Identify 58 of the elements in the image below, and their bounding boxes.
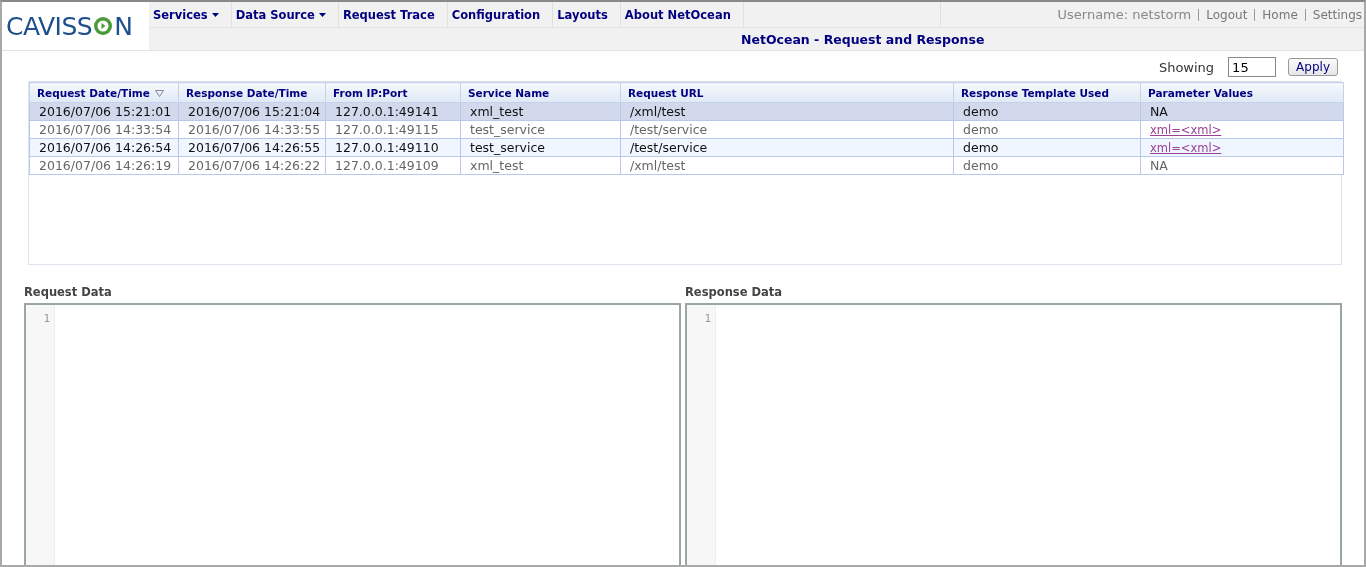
- table-cell: test_service: [460, 120, 621, 139]
- table-cell: demo: [953, 120, 1141, 139]
- table-cell: test_service: [460, 138, 621, 157]
- table-cell: 2016/07/06 14:33:54: [29, 120, 179, 139]
- column-header[interactable]: Response Template Used: [953, 82, 1141, 103]
- table-cell: demo: [953, 156, 1141, 175]
- username-label: Username: netstorm: [1057, 7, 1192, 22]
- showing-count-field[interactable]: 15: [1228, 57, 1277, 77]
- table-cell: 2016/07/06 15:21:01: [29, 102, 179, 121]
- table-cell: 127.0.0.1:49110: [325, 138, 461, 157]
- table-cell: NA: [1140, 156, 1344, 175]
- table-cell: /test/service: [620, 138, 954, 157]
- table-cell: 2016/07/06 14:26:54: [29, 138, 179, 157]
- table-cell: 2016/07/06 14:26:19: [29, 156, 179, 175]
- table-cell: xml_test: [460, 156, 621, 175]
- column-header[interactable]: Parameter Values: [1140, 82, 1344, 103]
- header-link[interactable]: Logout: [1206, 7, 1248, 22]
- caret-icon: [318, 12, 326, 17]
- panel-title: Response Data: [685, 285, 784, 299]
- table-cell: /xml/test: [620, 102, 954, 121]
- line-number: 1: [704, 312, 711, 325]
- nav-menu-item[interactable]: About NetOcean: [620, 2, 744, 27]
- sort-icon: [154, 89, 164, 97]
- table-cell: /xml/test: [620, 156, 954, 175]
- table-cell: 127.0.0.1:49141: [325, 102, 461, 121]
- column-header[interactable]: From IP:Port: [325, 82, 461, 103]
- showing-label: Showing: [1158, 59, 1215, 75]
- table-cell: 127.0.0.1:49109: [325, 156, 461, 175]
- table-cell: 2016/07/06 14:26:55: [178, 138, 326, 157]
- table-cell: /test/service: [620, 120, 954, 139]
- table-cell: 127.0.0.1:49115: [325, 120, 461, 139]
- column-header[interactable]: Request Date/Time: [29, 82, 179, 103]
- parameter-link[interactable]: xml=<xml>: [1150, 141, 1222, 155]
- table-cell: demo: [953, 102, 1141, 121]
- header-link[interactable]: Settings: [1312, 7, 1362, 22]
- column-header[interactable]: Service Name: [460, 82, 621, 103]
- table-cell: 2016/07/06 14:33:55: [178, 120, 326, 139]
- header-link[interactable]: Home: [1262, 7, 1298, 22]
- line-number: 1: [43, 312, 50, 325]
- parameter-link[interactable]: xml=<xml>: [1150, 123, 1222, 137]
- table-cell: NA: [1140, 102, 1344, 121]
- nav-menu-item[interactable]: Data Source: [231, 2, 339, 27]
- table-cell: xml_test: [460, 102, 621, 121]
- apply-button[interactable]: Apply: [1288, 58, 1338, 76]
- column-header[interactable]: Response Date/Time: [178, 82, 326, 103]
- logo: CAVISS N: [5, 10, 134, 43]
- page-title: NetOcean - Request and Response: [741, 31, 985, 47]
- nav-menu-item[interactable]: Services: [149, 2, 232, 27]
- nav-menu-item[interactable]: Layouts: [553, 2, 621, 27]
- caret-icon: [211, 12, 219, 17]
- play-icon: [93, 16, 114, 36]
- column-header[interactable]: Request URL: [620, 82, 954, 103]
- nav-menu-item[interactable]: Configuration: [447, 2, 554, 27]
- panel-title: Request Data: [24, 285, 113, 299]
- table-cell: 2016/07/06 15:21:04: [178, 102, 326, 121]
- table-cell: 2016/07/06 14:26:22: [178, 156, 326, 175]
- table-cell: demo: [953, 138, 1141, 157]
- nav-menu-item[interactable]: Request Trace: [338, 2, 448, 27]
